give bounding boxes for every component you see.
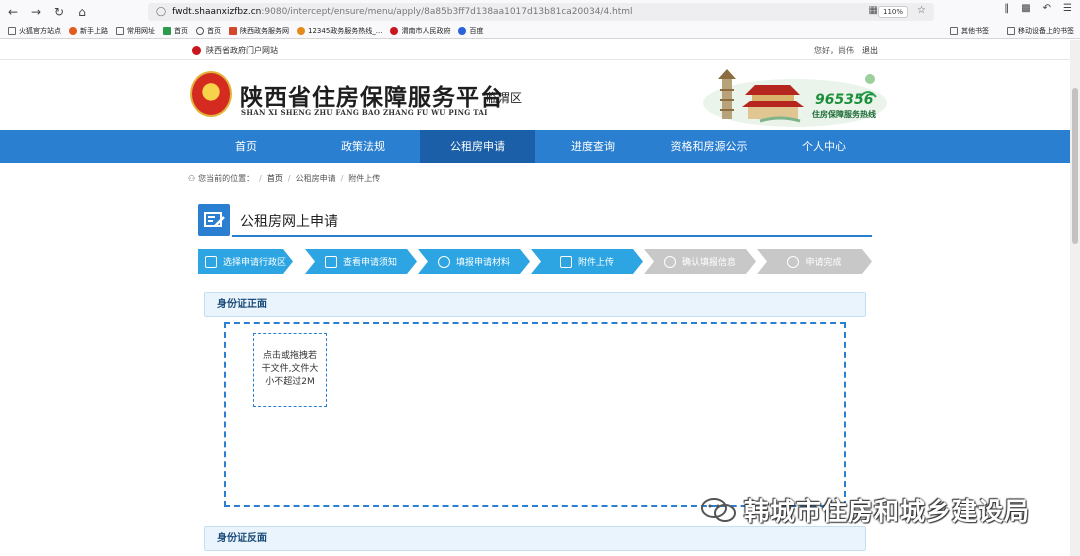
notice-icon: [325, 256, 337, 268]
breadcrumb-current: 附件上传: [348, 174, 381, 183]
site-title: 陕西省住房保障服务平台: [240, 84, 504, 111]
step-complete: 申请完成: [757, 249, 872, 274]
undo-icon[interactable]: ↶: [1043, 3, 1051, 14]
forward-icon[interactable]: →: [26, 2, 46, 22]
nav-personal[interactable]: 个人中心: [767, 130, 881, 163]
application-steps: 选择申请行政区 查看申请须知 填报申请材料 附件上传 确认填报信息 申请完成: [198, 249, 872, 274]
bookmark-folder[interactable]: 移动设备上的书签: [1007, 26, 1074, 36]
nav-publicity[interactable]: 资格和房源公示: [651, 130, 767, 163]
nav-apply[interactable]: 公租房申请: [420, 130, 535, 163]
logout-link[interactable]: 退出: [862, 45, 878, 56]
bookmark-item[interactable]: 首页: [196, 26, 221, 36]
lock-icon: ◯: [156, 7, 167, 17]
wechat-watermark: 韩城市住房和城乡建设局: [700, 492, 1030, 528]
bookmark-item[interactable]: 新手上路: [69, 26, 108, 36]
check-icon: [787, 256, 799, 268]
breadcrumb-home[interactable]: 首页: [267, 173, 283, 184]
upload-icon: [664, 256, 676, 268]
back-icon[interactable]: ←: [3, 2, 23, 22]
bookmark-item[interactable]: 渭南市人民政府: [390, 26, 450, 36]
address-bar[interactable]: ◯ fwdt.shaanxizfbz.cn :9080/intercept/en…: [148, 3, 934, 21]
gov-portal-label: 陕西省政府门户网站: [206, 46, 278, 55]
gov-portal-link[interactable]: 陕西省政府门户网站: [192, 45, 278, 56]
section-id-back: 身份证反面: [204, 526, 866, 551]
bookmark-item[interactable]: 首页: [163, 26, 188, 36]
step-upload-attachments: 附件上传: [531, 249, 643, 274]
step-confirm-info: 确认填报信息: [644, 249, 756, 274]
location-icon: ⚇: [188, 174, 196, 183]
star-icon[interactable]: ☆: [917, 5, 926, 16]
watermark-text: 韩城市住房和城乡建设局: [744, 497, 1031, 526]
bookmark-item[interactable]: 陕西政务服务网: [229, 26, 289, 36]
site-topline: 陕西省政府门户网站 您好，尚伟 退出: [0, 40, 1070, 60]
district-label: 临渭区: [486, 91, 523, 105]
nav-progress[interactable]: 进度查询: [535, 130, 651, 163]
form-title: 公租房网上申请: [240, 214, 338, 230]
hotline-label: 住房保障服务热线: [812, 110, 876, 119]
qr-icon[interactable]: ▦: [869, 5, 878, 16]
wechat-icon: [701, 498, 736, 522]
scroll-thumb[interactable]: [1072, 88, 1078, 244]
bookmark-item[interactable]: 百度: [458, 26, 483, 36]
extensions-icon[interactable]: ▩: [1021, 3, 1030, 14]
main-nav: 首页 政策法规 公租房申请 进度查询 资格和房源公示 个人中心: [0, 130, 1070, 163]
step-read-notice: 查看申请须知: [305, 249, 417, 274]
reload-icon[interactable]: ↻: [49, 2, 69, 22]
clipboard-icon: [560, 256, 572, 268]
url-host: fwdt.shaanxizfbz.cn: [172, 7, 262, 17]
zoom-level[interactable]: 110%: [877, 6, 908, 18]
menu-icon[interactable]: ☰: [1063, 3, 1072, 14]
form-title-underline: [232, 235, 872, 237]
step-select-district: 选择申请行政区: [198, 249, 293, 274]
url-path: :9080/intercept/ensure/menu/apply/8a85b3…: [261, 7, 633, 17]
map-icon: [205, 256, 217, 268]
breadcrumb-label: 您当前的位置：: [198, 174, 255, 183]
bookmark-folder[interactable]: 其他书签: [950, 26, 989, 36]
nav-home[interactable]: 首页: [186, 130, 306, 163]
hotline-number: 965356: [815, 92, 874, 108]
browser-toolbar: ← → ↻ ⌂ ◯ fwdt.shaanxizfbz.cn :9080/inte…: [0, 0, 1080, 24]
bookmark-item[interactable]: 12345政务服务热线_...: [297, 26, 382, 36]
bookmarks-bar: 火狐官方站点 新手上路 常用网址 首页 首页 陕西政务服务网 12345政务服务…: [0, 24, 1080, 39]
file-picker-button[interactable]: 点击或拖拽若干文件,文件大小不超过2M: [253, 333, 327, 407]
nav-policy[interactable]: 政策法规: [306, 130, 420, 163]
emblem-icon: [192, 46, 201, 55]
section-id-front: 身份证正面: [204, 292, 866, 317]
form-icon: [198, 204, 230, 236]
home-icon[interactable]: ⌂: [72, 2, 92, 22]
user-greeting: 您好，尚伟: [814, 46, 854, 55]
site-subtitle: SHAN XI SHENG ZHU FANG BAO ZHANG FU WU P…: [241, 108, 488, 117]
national-emblem-logo: [190, 71, 232, 117]
step-fill-materials: 填报申请材料: [418, 249, 530, 274]
breadcrumb-apply[interactable]: 公租房申请: [296, 173, 336, 184]
breadcrumb: ⚇ 您当前的位置： / 首页 / 公租房申请 / 附件上传: [188, 173, 381, 184]
library-icon[interactable]: ‖: [1004, 3, 1009, 14]
bookmark-item[interactable]: 火狐官方站点: [8, 26, 61, 36]
bookmark-item[interactable]: 常用网址: [116, 26, 155, 36]
site-header: 陕西省住房保障服务平台 SHAN XI SHENG ZHU FANG BAO Z…: [0, 61, 1070, 130]
paperclip-icon: [438, 256, 450, 268]
page-scrollbar[interactable]: [1070, 40, 1080, 556]
